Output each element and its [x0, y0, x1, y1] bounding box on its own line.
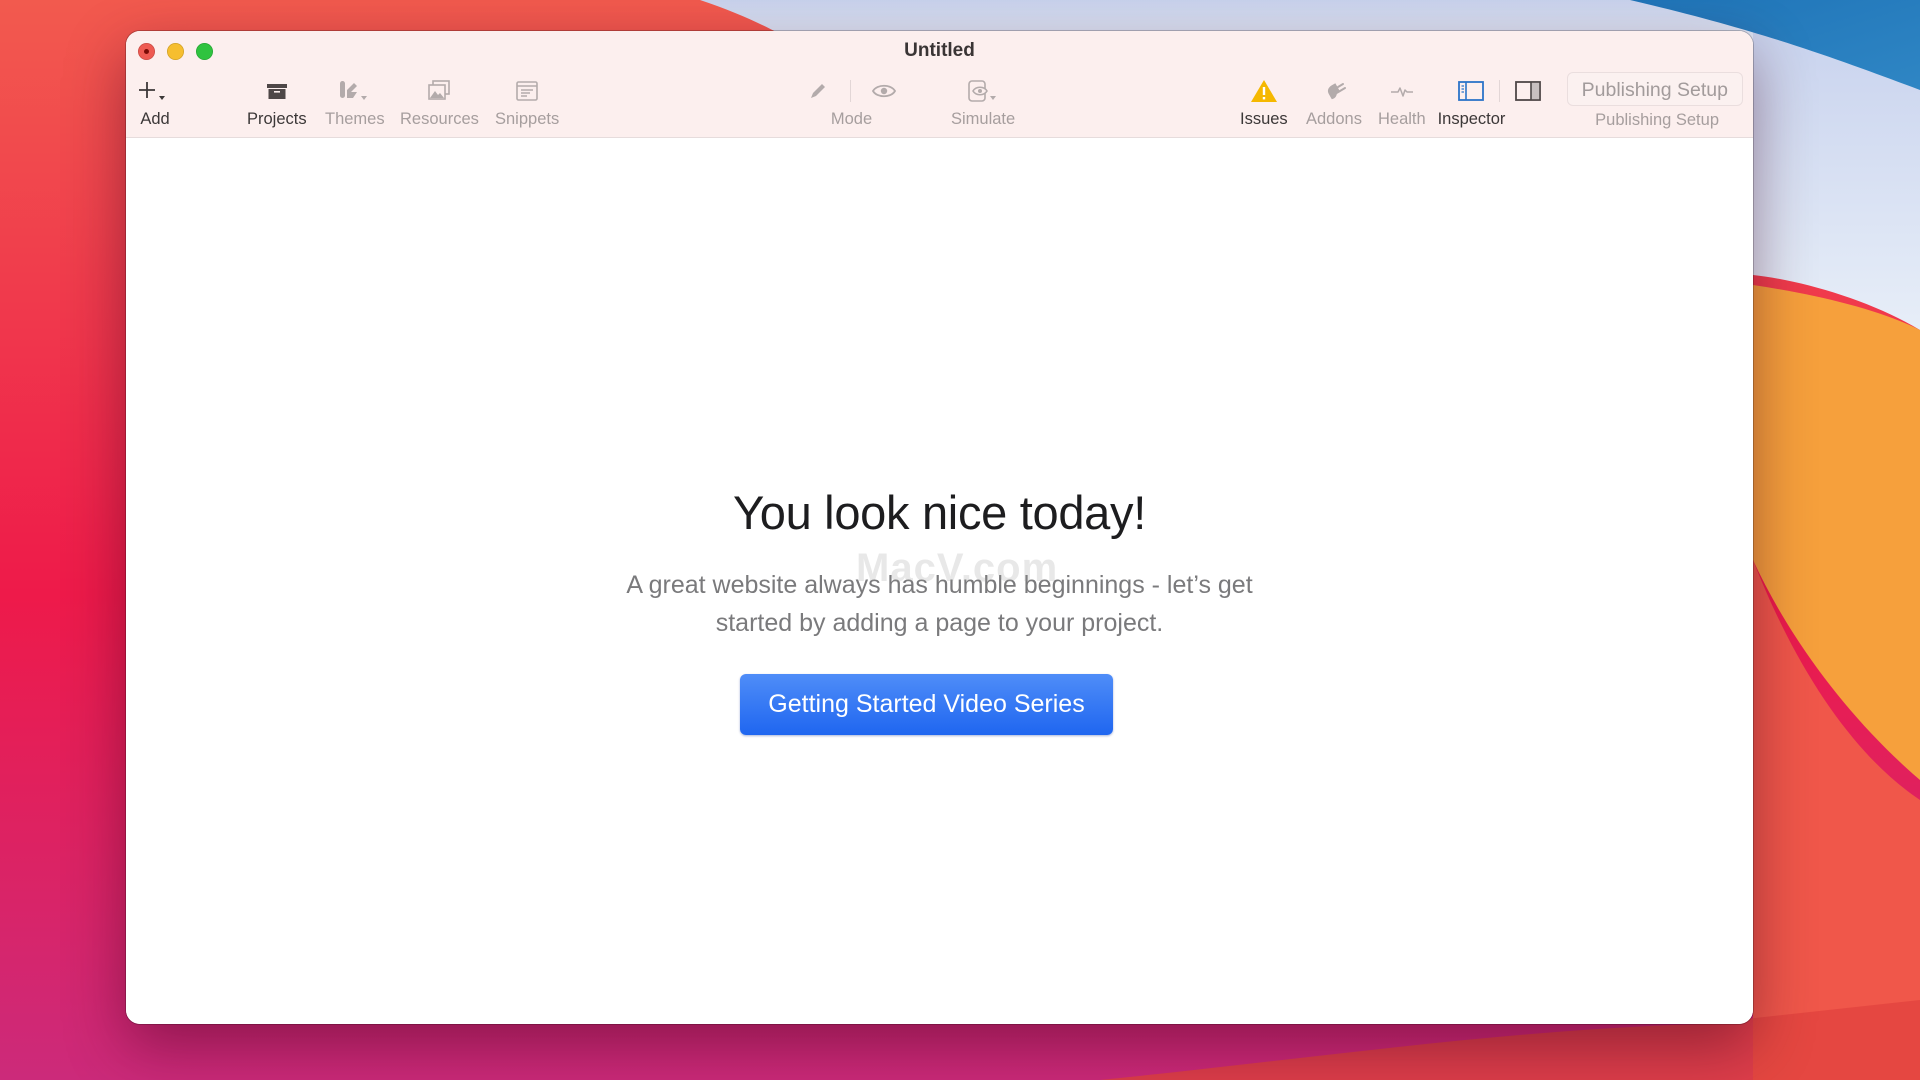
mode-separator — [850, 80, 851, 102]
toolbar-addons-button[interactable]: Addons — [1306, 77, 1362, 129]
photos-stack-icon — [428, 80, 451, 100]
pencil-icon[interactable] — [806, 79, 830, 103]
device-eye-icon — [968, 80, 997, 102]
dropdown-caret-icon — [159, 96, 165, 100]
toolbar-mode-group: Mode — [806, 77, 897, 129]
toolbar-resources-button[interactable]: Resources — [400, 77, 479, 129]
pulse-icon — [1390, 87, 1413, 97]
right-sidebar-icon[interactable] — [1514, 80, 1542, 102]
main-content: You look nice today! A great website alw… — [126, 138, 1753, 1024]
dropdown-caret-icon — [360, 96, 367, 100]
theme-brush-icon — [339, 81, 367, 100]
welcome-subtitle: A great website always has humble beginn… — [126, 566, 1753, 642]
toolbar-mode-label: Mode — [830, 110, 873, 128]
snippet-window-icon — [516, 81, 538, 101]
toolbar-snippets-button[interactable]: Snippets — [495, 77, 559, 129]
plus-icon — [139, 82, 165, 100]
toolbar-simulate-label: Simulate — [951, 110, 1016, 128]
dropdown-caret-icon — [990, 96, 997, 100]
toolbar-themes-button[interactable]: Themes — [325, 77, 385, 129]
getting-started-video-button[interactable]: Getting Started Video Series — [740, 674, 1113, 735]
toolbar-issues-label: Issues — [1240, 110, 1288, 128]
toolbar-add-button[interactable]: Add — [138, 77, 172, 129]
eye-icon[interactable] — [871, 79, 897, 103]
welcome-subtitle-line: A great website always has humble beginn… — [626, 571, 1253, 599]
toolbar-projects-button[interactable]: Projects — [247, 77, 307, 129]
window-title: Untitled — [904, 40, 975, 61]
toolbar-simulate-button[interactable]: Simulate — [951, 77, 1015, 129]
plug-icon — [1327, 83, 1346, 100]
app-window: Untitled Add Projects Themes Resources S… — [126, 31, 1753, 1024]
toolbar-resources-label: Resources — [400, 110, 479, 128]
toolbar-snippets-label: Snippets — [495, 110, 560, 128]
publishing-setup-button[interactable]: Publishing Setup — [1566, 72, 1743, 106]
toolbar-inspector-group: Inspector — [1438, 77, 1542, 129]
publishing-setup-label: Publishing Setup — [1595, 111, 1719, 129]
toolbar: Untitled Add Projects Themes Resources S… — [126, 31, 1753, 138]
welcome-title: You look nice today! — [733, 486, 1146, 539]
toolbar-issues-button[interactable]: Issues — [1240, 77, 1288, 129]
archive-box-icon — [266, 84, 287, 99]
toolbar-health-label: Health — [1378, 110, 1426, 128]
toolbar-addons-label: Addons — [1306, 110, 1362, 128]
inspector-separator — [1499, 80, 1500, 102]
toolbar-themes-label: Themes — [325, 110, 385, 128]
toolbar-add-label: Add — [140, 110, 170, 128]
warning-triangle-icon — [1250, 80, 1277, 102]
welcome-subtitle-line: started by adding a page to your project… — [715, 609, 1164, 637]
toolbar-health-button[interactable]: Health — [1378, 77, 1426, 129]
toolbar-projects-label: Projects — [247, 110, 307, 128]
toolbar-inspector-label: Inspector — [1437, 110, 1506, 128]
left-sidebar-icon[interactable] — [1457, 80, 1485, 102]
